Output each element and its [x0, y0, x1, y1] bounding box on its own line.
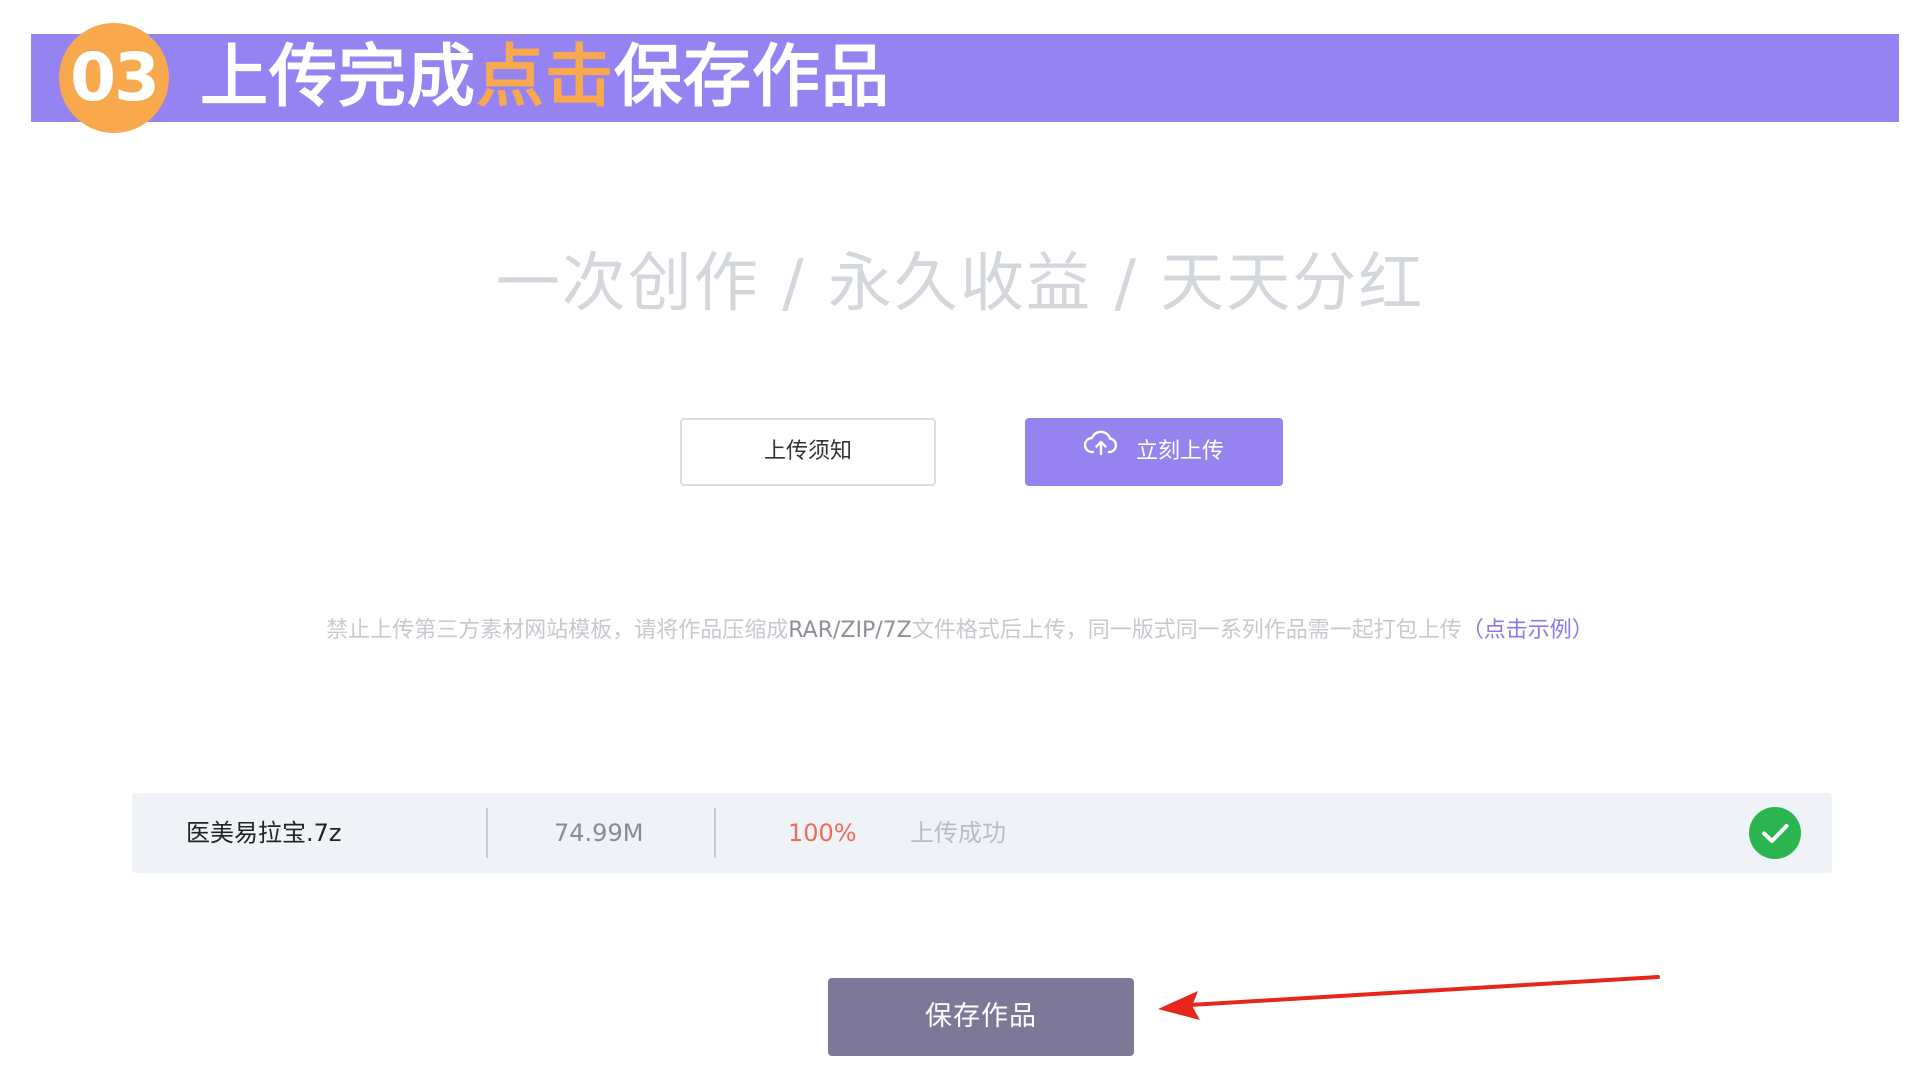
- step-number-badge: 03: [59, 23, 169, 133]
- file-name: 医美易拉宝.7z: [186, 819, 342, 847]
- column-divider: [714, 808, 716, 858]
- upload-notice-label: 上传须知: [763, 439, 852, 464]
- uploaded-file-row: 医美易拉宝.7z 74.99M 100% 上传成功: [132, 793, 1832, 873]
- upload-progress: 100%: [788, 819, 857, 847]
- notice-formats: RAR/ZIP/7Z: [788, 618, 912, 643]
- upload-status: 上传成功: [910, 819, 1006, 847]
- step-title: 上传完成点击保存作品: [200, 34, 890, 122]
- notice-text-after: 文件格式后上传，同一版式同一系列作品需一起打包上传: [911, 618, 1462, 643]
- pointer-arrow-icon: [1158, 975, 1660, 1020]
- upload-notice-button[interactable]: 上传须知: [680, 418, 936, 486]
- check-circle-icon: [1749, 807, 1801, 859]
- notice-text-before: 禁止上传第三方素材网站模板，请将作品压缩成: [326, 618, 789, 643]
- upload-now-button[interactable]: 立刻上传: [1025, 418, 1283, 486]
- save-work-label: 保存作品: [925, 1001, 1037, 1032]
- column-divider: [486, 808, 488, 858]
- example-link[interactable]: （点击示例）: [1462, 618, 1594, 643]
- upload-now-label: 立刻上传: [1135, 439, 1224, 464]
- step-title-part2: 保存作品: [614, 38, 891, 117]
- step-title-highlight: 点击: [476, 38, 615, 117]
- upload-rules-notice: 禁止上传第三方素材网站模板，请将作品压缩成RAR/ZIP/7Z文件格式后上传，同…: [0, 612, 1920, 644]
- slogan: 一次创作 / 永久收益 / 天天分红: [495, 247, 1425, 321]
- save-work-button[interactable]: 保存作品: [828, 978, 1134, 1056]
- file-size: 74.99M: [554, 819, 644, 847]
- cloud-upload-icon: [1083, 416, 1118, 484]
- step-title-part1: 上传完成: [200, 38, 477, 117]
